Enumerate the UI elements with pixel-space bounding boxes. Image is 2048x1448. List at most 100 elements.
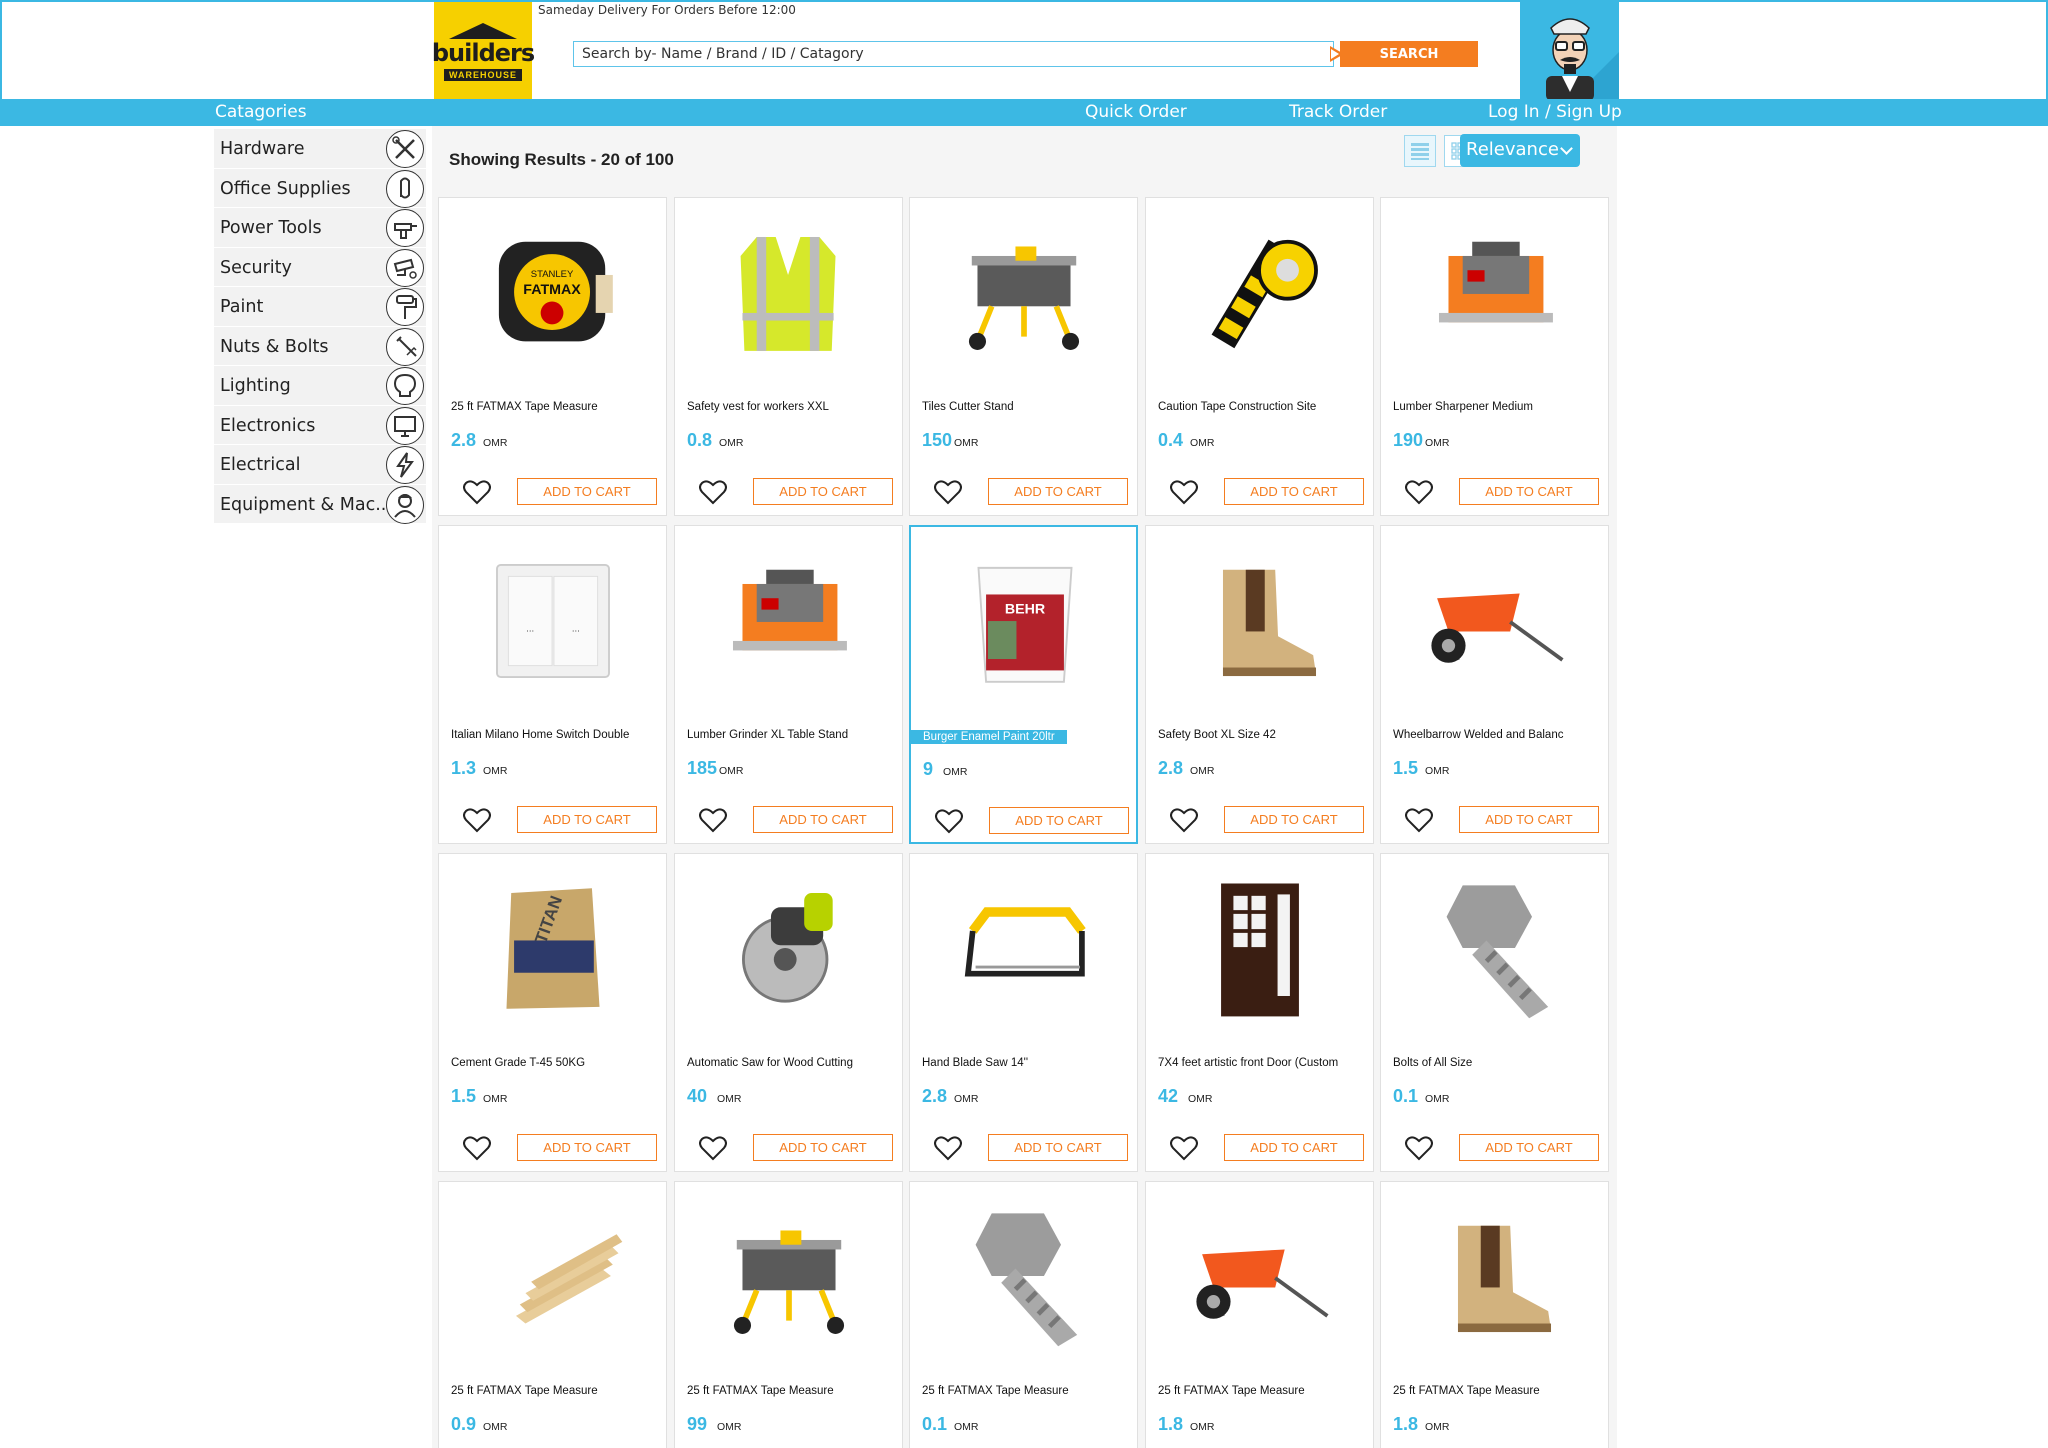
- product-image[interactable]: [1181, 546, 1339, 696]
- product-image[interactable]: [474, 1202, 632, 1352]
- product-card[interactable]: STANLEY FATMAX 25 ft FATMAX Tape Measure …: [438, 197, 667, 516]
- product-image[interactable]: [710, 1202, 868, 1352]
- product-name[interactable]: 25 ft FATMAX Tape Measure: [451, 1385, 598, 1397]
- add-to-cart-button[interactable]: ADD TO CART: [1224, 478, 1364, 505]
- sidebar-item[interactable]: Office Supplies: [214, 168, 426, 208]
- product-name[interactable]: Bolts of All Size: [1393, 1057, 1472, 1069]
- wishlist-heart-icon[interactable]: [934, 1135, 962, 1161]
- add-to-cart-button[interactable]: ADD TO CART: [753, 1134, 893, 1161]
- wishlist-heart-icon[interactable]: [699, 479, 727, 505]
- list-view-button[interactable]: [1404, 135, 1436, 167]
- product-card[interactable]: Caution Tape Construction Site 0.4 OMR A…: [1145, 197, 1374, 516]
- product-card[interactable]: 25 ft FATMAX Tape Measure 0.9 OMR ADD TO…: [438, 1181, 667, 1448]
- product-card[interactable]: Bolts of All Size 0.1 OMR ADD TO CART: [1380, 853, 1609, 1172]
- product-image[interactable]: [945, 1202, 1103, 1352]
- add-to-cart-button[interactable]: ADD TO CART: [1459, 1134, 1599, 1161]
- product-card[interactable]: Lumber Sharpener Medium 190 OMR ADD TO C…: [1380, 197, 1609, 516]
- product-name[interactable]: Hand Blade Saw 14'': [922, 1057, 1028, 1069]
- product-name[interactable]: 25 ft FATMAX Tape Measure: [687, 1385, 834, 1397]
- product-image[interactable]: [1181, 218, 1339, 368]
- product-card[interactable]: BEHR Burger Enamel Paint 20ltr 9 OMR ADD…: [909, 525, 1138, 844]
- add-to-cart-button[interactable]: ADD TO CART: [753, 478, 893, 505]
- product-name[interactable]: Safety Boot XL Size 42: [1158, 729, 1276, 741]
- product-name[interactable]: Italian Milano Home Switch Double: [451, 729, 629, 741]
- product-image[interactable]: TITAN: [474, 874, 632, 1024]
- product-card[interactable]: ...... Italian Milano Home Switch Double…: [438, 525, 667, 844]
- wishlist-heart-icon[interactable]: [1405, 807, 1433, 833]
- wishlist-heart-icon[interactable]: [1170, 1135, 1198, 1161]
- product-card[interactable]: Wheelbarrow Welded and Balanc 1.5 OMR AD…: [1380, 525, 1609, 844]
- product-image[interactable]: BEHR: [946, 547, 1104, 697]
- product-name[interactable]: Lumber Grinder XL Table Stand: [687, 729, 848, 741]
- sidebar-item[interactable]: Electronics: [214, 405, 426, 445]
- product-image[interactable]: [1416, 874, 1574, 1024]
- product-card[interactable]: 25 ft FATMAX Tape Measure 1.8 OMR ADD TO…: [1380, 1181, 1609, 1448]
- product-name[interactable]: Wheelbarrow Welded and Balanc: [1393, 729, 1563, 741]
- product-name[interactable]: 25 ft FATMAX Tape Measure: [451, 401, 598, 413]
- wishlist-heart-icon[interactable]: [463, 479, 491, 505]
- sidebar-item[interactable]: Nuts & Bolts: [214, 326, 426, 366]
- product-card[interactable]: 25 ft FATMAX Tape Measure 99 OMR ADD TO …: [674, 1181, 903, 1448]
- wishlist-heart-icon[interactable]: [1405, 1135, 1433, 1161]
- product-name[interactable]: 25 ft FATMAX Tape Measure: [922, 1385, 1069, 1397]
- wishlist-heart-icon[interactable]: [935, 808, 963, 834]
- sidebar-item[interactable]: Electrical: [214, 445, 426, 485]
- add-to-cart-button[interactable]: ADD TO CART: [988, 1134, 1128, 1161]
- product-name[interactable]: Safety vest for workers XXL: [687, 401, 829, 413]
- product-image[interactable]: [710, 218, 868, 368]
- wishlist-heart-icon[interactable]: [463, 807, 491, 833]
- product-image[interactable]: [1416, 218, 1574, 368]
- add-to-cart-button[interactable]: ADD TO CART: [1224, 1134, 1364, 1161]
- sidebar-item[interactable]: Equipment & Mac..: [214, 484, 426, 524]
- product-image[interactable]: [710, 874, 868, 1024]
- add-to-cart-button[interactable]: ADD TO CART: [517, 806, 657, 833]
- add-to-cart-button[interactable]: ADD TO CART: [1224, 806, 1364, 833]
- sidebar-item[interactable]: Power Tools: [214, 208, 426, 248]
- sidebar-item[interactable]: Hardware: [214, 129, 426, 169]
- product-name[interactable]: Burger Enamel Paint 20ltr: [911, 730, 1067, 744]
- nav-quick-order[interactable]: Quick Order: [1085, 102, 1187, 122]
- product-card[interactable]: Safety vest for workers XXL 0.8 OMR ADD …: [674, 197, 903, 516]
- add-to-cart-button[interactable]: ADD TO CART: [988, 478, 1128, 505]
- wishlist-heart-icon[interactable]: [934, 479, 962, 505]
- add-to-cart-button[interactable]: ADD TO CART: [1459, 478, 1599, 505]
- sidebar-item[interactable]: Security: [214, 247, 426, 287]
- product-name[interactable]: Caution Tape Construction Site: [1158, 401, 1316, 413]
- sidebar-item[interactable]: Paint: [214, 287, 426, 327]
- product-name[interactable]: Automatic Saw for Wood Cutting: [687, 1057, 853, 1069]
- product-image[interactable]: [1416, 546, 1574, 696]
- product-image[interactable]: [1181, 874, 1339, 1024]
- product-card[interactable]: 7X4 feet artistic front Door (Custom 42 …: [1145, 853, 1374, 1172]
- wishlist-heart-icon[interactable]: [1170, 479, 1198, 505]
- product-card[interactable]: 25 ft FATMAX Tape Measure 1.8 OMR ADD TO…: [1145, 1181, 1374, 1448]
- product-card[interactable]: Safety Boot XL Size 42 2.8 OMR ADD TO CA…: [1145, 525, 1374, 844]
- wishlist-heart-icon[interactable]: [699, 1135, 727, 1161]
- product-name[interactable]: Cement Grade T-45 50KG: [451, 1057, 585, 1069]
- product-name[interactable]: Tiles Cutter Stand: [922, 401, 1014, 413]
- product-name[interactable]: 7X4 feet artistic front Door (Custom: [1158, 1057, 1338, 1069]
- product-image[interactable]: [945, 874, 1103, 1024]
- product-image[interactable]: [1416, 1202, 1574, 1352]
- add-to-cart-button[interactable]: ADD TO CART: [1459, 806, 1599, 833]
- search-button[interactable]: SEARCH: [1340, 41, 1478, 67]
- product-name[interactable]: 25 ft FATMAX Tape Measure: [1393, 1385, 1540, 1397]
- product-card[interactable]: Tiles Cutter Stand 150 OMR ADD TO CART: [909, 197, 1138, 516]
- add-to-cart-button[interactable]: ADD TO CART: [989, 807, 1129, 834]
- nav-categories[interactable]: Catagories: [215, 102, 307, 122]
- add-to-cart-button[interactable]: ADD TO CART: [753, 806, 893, 833]
- product-image[interactable]: [1181, 1202, 1339, 1352]
- product-image[interactable]: [710, 546, 868, 696]
- builders-warehouse-logo[interactable]: builders WAREHOUSE: [432, 2, 535, 101]
- product-name[interactable]: Lumber Sharpener Medium: [1393, 401, 1533, 413]
- product-image[interactable]: [945, 218, 1103, 368]
- wishlist-heart-icon[interactable]: [1170, 807, 1198, 833]
- nav-track-order[interactable]: Track Order: [1289, 102, 1387, 122]
- search-input[interactable]: [573, 41, 1334, 67]
- sidebar-item[interactable]: Lighting: [214, 366, 426, 406]
- add-to-cart-button[interactable]: ADD TO CART: [517, 1134, 657, 1161]
- user-avatar[interactable]: [1520, 2, 1619, 101]
- wishlist-heart-icon[interactable]: [699, 807, 727, 833]
- nav-login-signup[interactable]: Log In / Sign Up: [1488, 102, 1622, 122]
- product-card[interactable]: Lumber Grinder XL Table Stand 185 OMR AD…: [674, 525, 903, 844]
- wishlist-heart-icon[interactable]: [1405, 479, 1433, 505]
